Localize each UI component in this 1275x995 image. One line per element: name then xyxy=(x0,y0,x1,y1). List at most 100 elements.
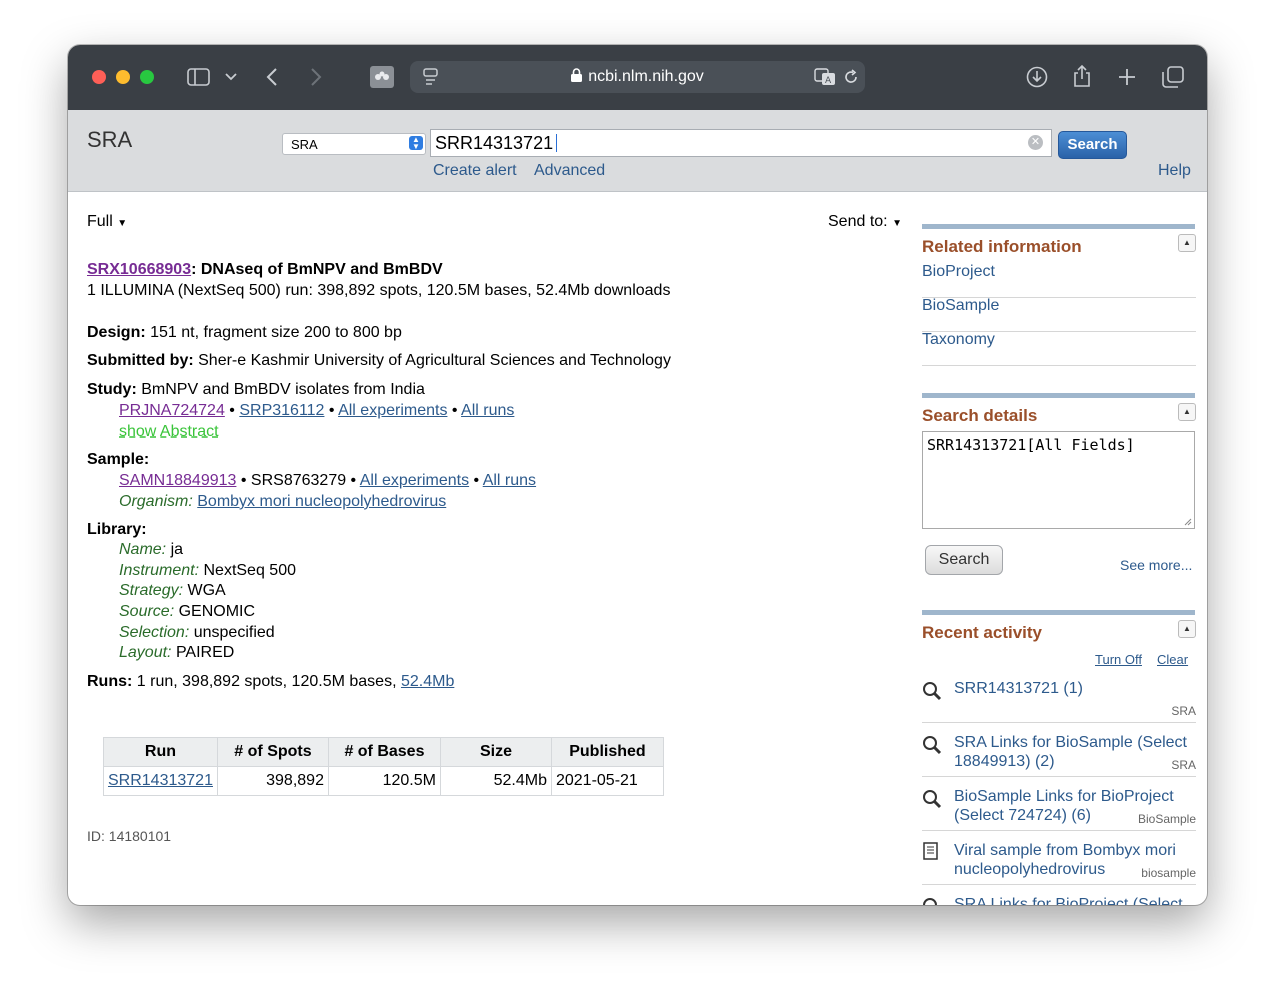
show-abstract-toggle[interactable]: show Abstract xyxy=(119,423,219,441)
search-input[interactable]: SRR14313721 ✕ xyxy=(430,129,1052,157)
search-icon xyxy=(923,898,937,905)
browser-window: ncbi.nlm.nih.gov A SRA SRA ▲ ▼ SRR1431372… xyxy=(68,45,1207,905)
table-cell: 398,892 xyxy=(216,766,329,796)
organism-line: Organism: Bombyx mori nucleopolyhedrovir… xyxy=(119,493,447,510)
url-text: ncbi.nlm.nih.gov xyxy=(410,68,865,86)
recent-activity-item[interactable]: BioSample Links for BioProject (Select 7… xyxy=(922,787,1196,831)
sample-label: Sample: xyxy=(87,451,150,468)
clear-link[interactable]: Clear xyxy=(1157,652,1188,667)
library-strategy: Strategy: WGA xyxy=(119,582,226,599)
study-line: Study: BmNPV and BmBDV isolates from Ind… xyxy=(87,381,425,398)
page-title: SRA xyxy=(87,127,133,152)
table-cell: 120.5M xyxy=(327,766,441,796)
new-tab-icon[interactable] xyxy=(1117,67,1137,87)
search-button[interactable]: Search xyxy=(1058,131,1127,159)
details-search-button[interactable]: Search xyxy=(925,545,1003,575)
record-summary: 1 ILLUMINA (NextSeq 500) run: 398,892 sp… xyxy=(87,282,671,299)
column-header: Size xyxy=(439,737,552,767)
format-dropdown[interactable]: Full ▼ xyxy=(87,213,127,231)
share-icon[interactable] xyxy=(1072,64,1092,88)
address-bar[interactable]: ncbi.nlm.nih.gov A xyxy=(410,61,865,93)
library-source: Source: GENOMIC xyxy=(119,603,256,620)
organism-link[interactable]: Bombyx mori nucleopolyhedrovirus xyxy=(197,493,446,510)
search-details-textarea[interactable]: SRR14313721[All Fields] xyxy=(922,431,1195,529)
database-select-value: SRA xyxy=(291,137,318,152)
select-arrows-icon: ▲ ▼ xyxy=(409,136,423,151)
zoom-window-button[interactable] xyxy=(140,70,154,84)
browser-titlebar: ncbi.nlm.nih.gov A xyxy=(68,45,1207,110)
srp-link[interactable]: SRP316112 xyxy=(239,402,324,419)
collapse-icon[interactable]: ▲ xyxy=(1178,234,1196,252)
resize-grip-icon[interactable] xyxy=(1184,518,1192,526)
related-information-title: Related information xyxy=(922,237,1082,256)
recent-activity-item[interactable]: Viral sample from Bombyx mori nucleopoly… xyxy=(922,841,1196,885)
svg-text:A: A xyxy=(825,76,832,86)
sample-all-runs-link[interactable]: All runs xyxy=(483,472,536,489)
recent-activity-text: SRA Links for BioSample (Select 18849913… xyxy=(954,734,1187,770)
tabs-icon[interactable] xyxy=(1162,66,1184,88)
collapse-icon[interactable]: ▲ xyxy=(1178,620,1196,638)
advanced-search-link[interactable]: Advanced xyxy=(534,162,605,180)
recent-portlet-bar xyxy=(922,610,1195,615)
document-icon xyxy=(923,842,938,860)
table-row: SRR14313721 398,892 120.5M 52.4Mb 2021-0… xyxy=(103,766,664,796)
reload-icon[interactable] xyxy=(843,69,859,85)
recent-activity-db: biosample xyxy=(1141,866,1196,880)
url-label: ncbi.nlm.nih.gov xyxy=(588,68,704,85)
search-icon xyxy=(923,736,942,755)
minimize-window-button[interactable] xyxy=(116,70,130,84)
database-select[interactable]: SRA ▲ ▼ xyxy=(282,133,426,155)
back-icon[interactable] xyxy=(266,67,278,87)
study-all-runs-link[interactable]: All runs xyxy=(461,402,514,419)
translate-icon[interactable]: A xyxy=(814,68,836,86)
recent-activity-db: SRA xyxy=(1171,704,1196,718)
table-header-row: Run # of Spots # of Bases Size Published xyxy=(103,737,664,767)
forward-icon[interactable] xyxy=(310,67,322,87)
recent-activity-db: BioSample xyxy=(1137,812,1196,826)
chevron-down-icon[interactable] xyxy=(225,73,237,81)
close-window-button[interactable] xyxy=(92,70,106,84)
bioproject-link[interactable]: PRJNA724724 xyxy=(119,402,225,419)
experiment-accession-link[interactable]: SRX10668903 xyxy=(87,261,191,278)
search-icon xyxy=(923,790,942,809)
related-taxonomy-link[interactable]: Taxonomy xyxy=(922,331,1196,366)
library-label: Library: xyxy=(87,521,147,538)
extension-icon[interactable] xyxy=(370,66,394,88)
main-content: Full ▼ Send to: ▼ SRX10668903: DNAseq of… xyxy=(68,191,1207,905)
runs-line: Runs: 1 run, 398,892 spots, 120.5M bases… xyxy=(87,673,455,690)
record-title: SRX10668903: DNAseq of BmNPV and BmBDV xyxy=(87,261,443,278)
send-to-dropdown[interactable]: Send to: ▼ xyxy=(828,213,902,231)
run-accession-link[interactable]: SRR14313721 xyxy=(108,772,213,789)
runs-table: Run # of Spots # of Bases Size Published… xyxy=(103,737,664,796)
sidebar-icon[interactable] xyxy=(187,67,211,87)
recent-activity-title: Recent activity xyxy=(922,623,1042,642)
ncbi-search-header: SRA SRA ▲ ▼ SRR14313721 ✕ Search Create a… xyxy=(68,110,1207,192)
help-link[interactable]: Help xyxy=(1158,162,1191,180)
runs-size-link[interactable]: 52.4Mb xyxy=(401,673,454,690)
study-links: PRJNA724724 • SRP316112 • All experiment… xyxy=(119,402,515,419)
library-layout: Layout: PAIRED xyxy=(119,644,235,661)
sample-all-experiments-link[interactable]: All experiments xyxy=(360,472,469,489)
related-biosample-link[interactable]: BioSample xyxy=(922,297,1196,332)
record-id: ID: 14180101 xyxy=(87,828,172,844)
recent-activity-item[interactable]: SRA Links for BioProject (Select xyxy=(922,895,1196,905)
search-input-value: SRR14313721 xyxy=(435,133,554,153)
see-more-link[interactable]: See more... xyxy=(1120,557,1192,573)
turn-off-link[interactable]: Turn Off xyxy=(1095,652,1142,667)
create-alert-link[interactable]: Create alert xyxy=(433,162,517,180)
sample-links: SAMN18849913 • SRS8763279 • All experime… xyxy=(119,472,537,489)
library-selection: Selection: unspecified xyxy=(119,624,275,641)
recent-activity-text: SRR14313721 (1) xyxy=(954,680,1083,697)
collapse-icon[interactable]: ▲ xyxy=(1178,403,1196,421)
table-cell: 2021-05-21 xyxy=(550,766,664,796)
download-icon[interactable] xyxy=(1026,66,1048,88)
related-bioproject-link[interactable]: BioProject xyxy=(922,263,1196,298)
recent-activity-item[interactable]: SRA Links for BioSample (Select 18849913… xyxy=(922,733,1196,777)
design-line: Design: 151 nt, fragment size 200 to 800… xyxy=(87,324,402,341)
biosample-link[interactable]: SAMN18849913 xyxy=(119,472,236,489)
search-icon xyxy=(923,682,942,701)
recent-activity-item[interactable]: SRR14313721 (1) SRA xyxy=(922,679,1196,723)
clear-search-icon[interactable]: ✕ xyxy=(1028,135,1043,150)
lock-icon xyxy=(571,68,583,82)
study-all-experiments-link[interactable]: All experiments xyxy=(338,402,447,419)
